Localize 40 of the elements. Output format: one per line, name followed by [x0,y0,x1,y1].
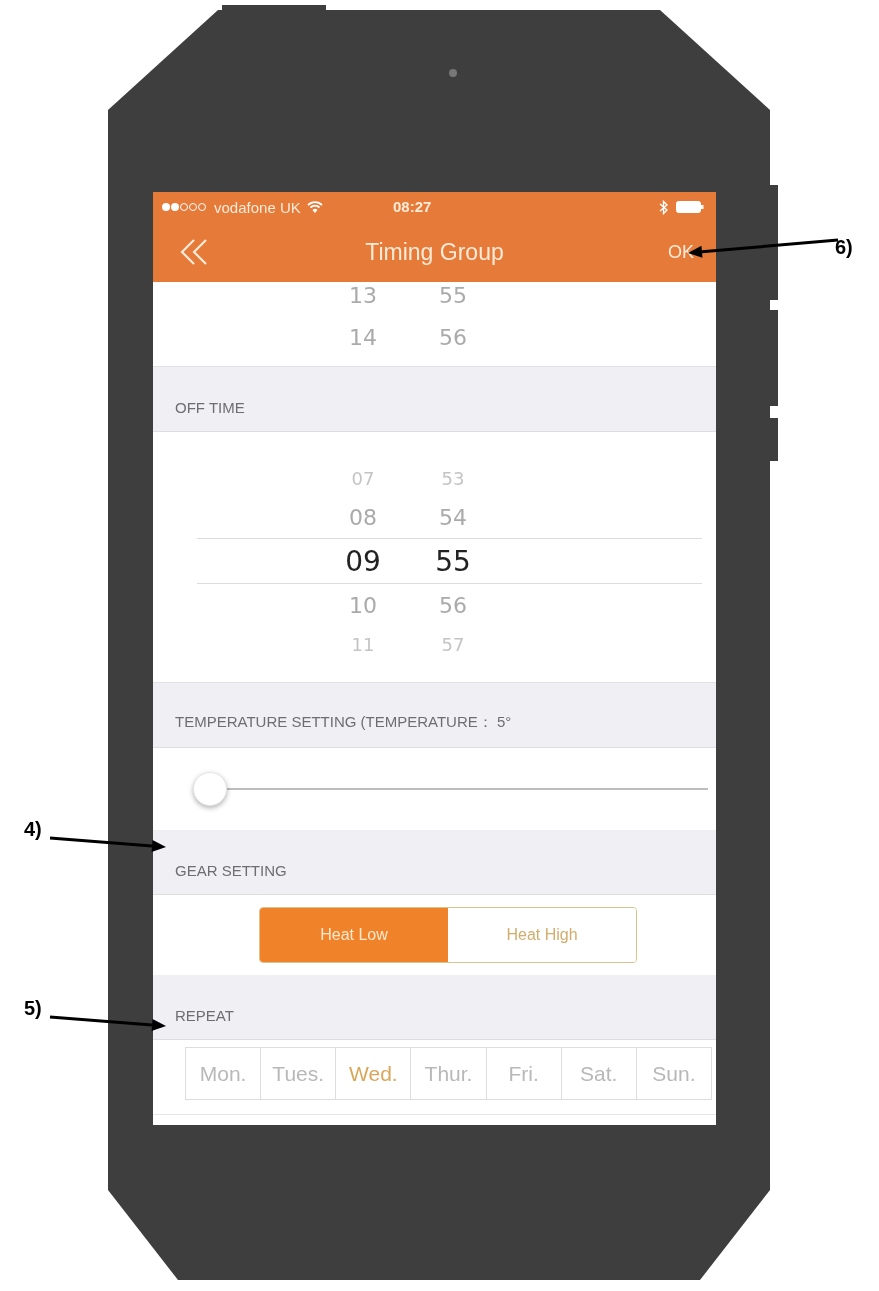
minute-value: 57 [440,633,466,655]
slider-thumb[interactable] [193,772,227,806]
hour-value: 07 [350,467,376,489]
picker-row[interactable]: 11 57 [153,626,716,662]
hour-value: 10 [348,592,378,618]
wifi-icon [306,201,323,213]
picker-row[interactable]: 07 53 [153,460,716,496]
picker-row[interactable]: 10 56 [153,584,716,626]
clock-time: 08:27 [393,198,432,215]
minute-value: 53 [440,467,466,489]
camera-icon [449,69,457,77]
picker-row[interactable]: 13 55 [153,274,716,316]
minute-value: 55 [434,544,472,578]
picker-row[interactable]: 14 56 [153,316,716,358]
picker-row[interactable]: 08 54 [153,496,716,538]
picker-row[interactable]: 09 55 [197,538,702,584]
hour-value: 11 [350,633,376,655]
hour-value: 14 [348,324,378,350]
minute-value: 56 [438,592,468,618]
section-header: GEAR SETTING [175,862,287,879]
minute-value: 55 [438,282,468,308]
screen-title: Timing Group [365,239,504,266]
callout-label: 4) [24,818,42,841]
battery-icon [676,201,704,213]
signal-icon [161,202,209,212]
hour-value: 08 [348,504,378,530]
carrier-name: vodafone UK [214,198,301,216]
minute-value: 54 [438,504,468,530]
double-chevron-icon [178,238,210,266]
hour-value: 13 [348,282,378,308]
hour-value: 09 [344,544,382,578]
section-header: REPEAT [175,1007,234,1024]
callout-label: 5) [24,997,42,1020]
section-header: OFF TIME [175,399,245,416]
minute-value: 56 [438,324,468,350]
callout-label: 6) [835,236,853,259]
ok-button[interactable]: OK [668,241,694,263]
gear-option[interactable]: Heat Low [260,908,448,962]
bluetooth-icon [659,199,668,215]
section-header: TEMPERATURE SETTING (TEMPERATURE： 5° [175,713,512,732]
